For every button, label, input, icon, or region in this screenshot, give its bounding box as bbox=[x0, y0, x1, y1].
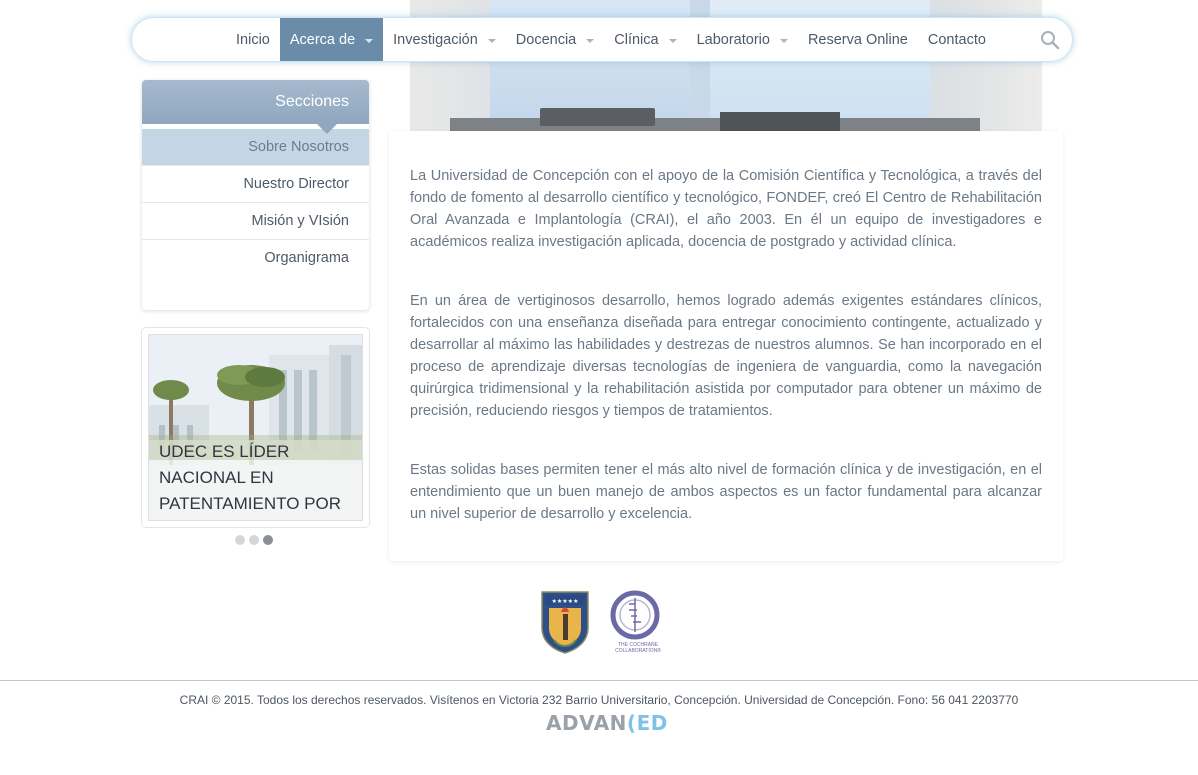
brand-text: ADVAN bbox=[546, 711, 627, 735]
news-title-line: NACIONAL EN bbox=[159, 468, 274, 487]
footer-divider bbox=[0, 680, 1198, 681]
cochrane-logo[interactable]: THE COCHRANE COLLABORATION® bbox=[609, 590, 667, 656]
sidebar-item-organigrama[interactable]: Organigrama bbox=[142, 240, 369, 277]
news-title-line: PATENTAMIENTO POR bbox=[159, 494, 341, 513]
nav-item-inicio[interactable]: Inicio bbox=[226, 18, 280, 61]
cochrane-text-line: COLLABORATION® bbox=[615, 648, 661, 654]
nav-item-acerca-de[interactable]: Acerca de bbox=[279, 18, 384, 61]
nav-item-label: Clínica bbox=[614, 31, 659, 48]
slider-dot-1[interactable] bbox=[235, 535, 245, 545]
nav-item-docencia[interactable]: Docencia bbox=[506, 18, 604, 61]
svg-text:★★★★★: ★★★★★ bbox=[552, 598, 579, 605]
content-card: La Universidad de Concepción con el apoy… bbox=[389, 131, 1063, 561]
nav-items: Inicio Acerca de Investigación Docencia … bbox=[226, 18, 996, 61]
caret-down-icon bbox=[668, 39, 677, 43]
sidebar-item-sobre-nosotros[interactable]: Sobre Nosotros bbox=[142, 129, 369, 166]
nav-item-investigacion[interactable]: Investigación bbox=[383, 18, 506, 61]
sidebar-item-label: Nuestro Director bbox=[243, 176, 349, 192]
nav-item-label: Contacto bbox=[927, 31, 986, 48]
udec-logo[interactable]: ★★★★★ bbox=[540, 590, 590, 654]
footer-text: CRAI © 2015. Todos los derechos reservad… bbox=[179, 693, 1019, 707]
nav-item-clinica[interactable]: Clínica bbox=[604, 18, 686, 61]
sections-panel: Secciones Sobre Nosotros Nuestro Directo… bbox=[142, 80, 369, 310]
nav-item-laboratorio[interactable]: Laboratorio bbox=[687, 18, 798, 61]
hero-belt-left bbox=[540, 108, 655, 126]
sidebar-item-label: Misión y VIsión bbox=[251, 213, 349, 229]
search-icon[interactable] bbox=[1040, 30, 1060, 50]
nav-item-reserva-online[interactable]: Reserva Online bbox=[798, 18, 918, 61]
caret-down-icon bbox=[779, 39, 788, 43]
caret-down-icon bbox=[586, 39, 595, 43]
content-paragraph-2: En un área de vertiginosos desarrollo, h… bbox=[410, 293, 1042, 419]
sections-header: Secciones bbox=[142, 80, 369, 134]
slider-dot-3[interactable] bbox=[263, 535, 273, 545]
nav-item-contacto[interactable]: Contacto bbox=[918, 18, 996, 61]
slider-dots bbox=[235, 535, 273, 545]
nav-item-label: Investigación bbox=[393, 31, 478, 48]
news-slide[interactable]: UDEC ES LÍDER NACIONAL EN PATENTAMIENTO … bbox=[148, 334, 363, 521]
news-title: UDEC ES LÍDER NACIONAL EN PATENTAMIENTO … bbox=[159, 439, 359, 517]
brand-c-mark: ( bbox=[626, 711, 637, 735]
sidebar-item-nuestro-director[interactable]: Nuestro Director bbox=[142, 166, 369, 203]
main-nav: Inicio Acerca de Investigación Docencia … bbox=[131, 17, 1073, 62]
slider-dot-2[interactable] bbox=[249, 535, 259, 545]
brand-text: ED bbox=[636, 711, 668, 735]
content-paragraph-1: La Universidad de Concepción con el apoy… bbox=[410, 168, 1042, 250]
caret-down-icon bbox=[487, 39, 496, 43]
cochrane-text: THE COCHRANE COLLABORATION® bbox=[609, 642, 667, 654]
news-title-line: UDEC ES LÍDER bbox=[159, 442, 290, 461]
hero-belt-right bbox=[720, 112, 840, 131]
advanced-brand-logo[interactable]: ADVAN(ED bbox=[546, 711, 668, 739]
nav-item-label: Reserva Online bbox=[807, 31, 908, 48]
sidebar-item-label: Sobre Nosotros bbox=[248, 139, 349, 155]
nav-item-label: Acerca de bbox=[289, 31, 356, 48]
nav-item-label: Inicio bbox=[236, 31, 270, 48]
sidebar-item-label: Organigrama bbox=[264, 250, 349, 266]
caret-down-icon bbox=[365, 39, 374, 43]
nav-item-label: Docencia bbox=[515, 31, 577, 48]
nav-item-label: Laboratorio bbox=[696, 31, 770, 48]
news-slider: UDEC ES LÍDER NACIONAL EN PATENTAMIENTO … bbox=[142, 328, 369, 527]
sidebar-item-mision-vision[interactable]: Misión y VIsión bbox=[142, 203, 369, 240]
content-paragraph-3: Estas solidas bases permiten tener el má… bbox=[410, 462, 1042, 522]
hero-pants bbox=[450, 118, 980, 131]
